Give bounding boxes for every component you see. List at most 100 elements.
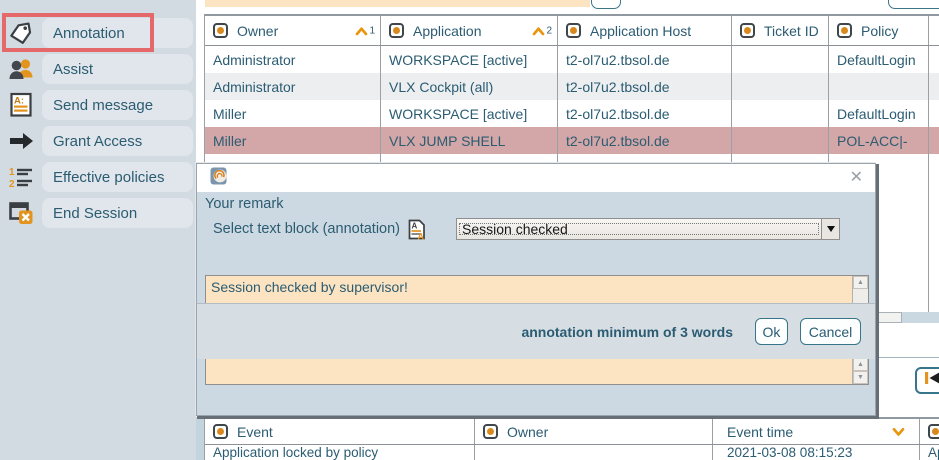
- sidebar-item-effective-policies[interactable]: 1 2 Effective policies: [0, 162, 196, 192]
- cell-application: WORKSPACE [active]: [381, 46, 558, 73]
- svg-text:2: 2: [9, 179, 15, 190]
- column-label: Application Host: [590, 23, 691, 39]
- column-menu-icon[interactable]: [566, 23, 581, 38]
- column-menu-icon[interactable]: [740, 23, 755, 38]
- cell-owner: Miller: [205, 127, 381, 154]
- dialog-title-bar[interactable]: ✕: [197, 164, 875, 192]
- dialog-footer: annotation minimum of 3 words Ok Cancel: [197, 303, 875, 359]
- scroll-up-icon[interactable]: ▲: [853, 358, 868, 371]
- column-header-application[interactable]: [920, 419, 939, 444]
- column-menu-icon[interactable]: [213, 23, 228, 38]
- cell-ticket: [732, 127, 829, 154]
- table-row[interactable]: Miller WORKSPACE [active] t2-ol7u2.tbsol…: [205, 100, 939, 127]
- column-menu-icon[interactable]: [389, 23, 404, 38]
- left-gutter: [196, 417, 204, 460]
- cell-extra: [929, 127, 939, 154]
- cell-ticket: [732, 73, 829, 100]
- text-block-dropdown[interactable]: Session checked: [456, 218, 840, 240]
- sidebar-item-grant-access[interactable]: Grant Access: [0, 126, 196, 156]
- scroll-up-icon[interactable]: ▲: [853, 276, 868, 289]
- column-header-owner[interactable]: Owner: [475, 419, 713, 444]
- column-menu-icon[interactable]: [928, 424, 939, 439]
- column-label: Event: [237, 424, 273, 440]
- column-header-policy[interactable]: Policy: [829, 16, 929, 45]
- skip-to-start-button[interactable]: [915, 367, 939, 394]
- table-row-selected[interactable]: Miller VLX JUMP SHELL t2-ol7u2.tbsol.de …: [205, 127, 939, 154]
- cell-application: Ap: [920, 445, 939, 460]
- sort-asc-indicator: 2: [532, 25, 552, 36]
- column-label: Policy: [861, 23, 898, 39]
- session-monitor-screen: Annotation Assist A: Send message: [0, 0, 939, 460]
- column-label: Ticket ID: [764, 23, 819, 39]
- cell-extra: [929, 73, 939, 100]
- cell-owner: [475, 445, 713, 460]
- column-menu-icon[interactable]: [213, 424, 228, 439]
- column-label: Owner: [507, 424, 548, 440]
- sidebar-item-assist[interactable]: Assist: [0, 54, 196, 84]
- svg-text:A: A: [412, 221, 418, 230]
- column-label: Event time: [727, 424, 793, 440]
- cell-host: t2-ol7u2.tbsol.de: [558, 100, 732, 127]
- column-header-event-time[interactable]: Event time: [713, 419, 920, 444]
- assist-users-icon: [0, 56, 42, 82]
- column-header-application-host[interactable]: Application Host: [558, 16, 732, 45]
- column-header-ticket-id[interactable]: Ticket ID: [732, 16, 829, 45]
- text-block-document-icon: A A: [407, 219, 426, 240]
- sidebar-item-label: Effective policies: [42, 162, 193, 192]
- event-row[interactable]: Application locked by policy 2021-03-08 …: [205, 445, 939, 460]
- cell-application: VLX Cockpit (all): [381, 73, 558, 100]
- cell-ticket: [732, 100, 829, 127]
- table-row[interactable]: Administrator WORKSPACE [active] t2-ol7u…: [205, 46, 939, 73]
- select-text-block-row: Select text block (annotation) A A Sessi…: [197, 216, 875, 242]
- sidebar-item-end-session[interactable]: End Session: [0, 198, 196, 228]
- sidebar-item-label: Grant Access: [42, 126, 193, 156]
- sidebar-item-label: End Session: [42, 198, 193, 228]
- sidebar-item-label: Annotation: [42, 18, 193, 48]
- column-menu-icon[interactable]: [837, 23, 852, 38]
- dropdown-button[interactable]: [821, 219, 839, 239]
- toolbar-button-partial-2[interactable]: [888, 0, 939, 9]
- close-icon[interactable]: ✕: [850, 170, 863, 186]
- sort-desc-indicator: [892, 427, 905, 436]
- message-document-icon: A:: [0, 92, 42, 118]
- arrow-right-icon: [0, 129, 42, 153]
- filter-input[interactable]: [205, 0, 590, 7]
- cell-host: t2-ol7u2.tbsol.de: [558, 127, 732, 154]
- cell-extra: [929, 46, 939, 73]
- column-header-event[interactable]: Event: [205, 419, 475, 444]
- column-label: Application: [413, 23, 482, 39]
- scroll-down-icon[interactable]: ▼: [853, 371, 868, 384]
- cell-policy: DefaultLogin: [829, 46, 929, 73]
- cell-application: VLX JUMP SHELL: [381, 127, 558, 154]
- select-text-block-label: Select text block (annotation): [213, 221, 400, 237]
- cell-host: t2-ol7u2.tbsol.de: [558, 73, 732, 100]
- svg-text:A: A: [418, 231, 425, 240]
- sidebar-item-label: Send message: [42, 90, 193, 120]
- sidebar-item-send-message[interactable]: A: Send message: [0, 90, 196, 120]
- column-menu-icon[interactable]: [483, 424, 498, 439]
- ok-button[interactable]: Ok: [755, 318, 788, 345]
- cell-extra: [929, 100, 939, 127]
- cell-owner: Miller: [205, 100, 381, 127]
- cell-event-time: 2021-03-08 08:15:23: [713, 445, 920, 460]
- sidebar: Annotation Assist A: Send message: [0, 0, 196, 460]
- event-table-header: Event Owner Event time: [205, 417, 939, 445]
- table-row[interactable]: Administrator VLX Cockpit (all) t2-ol7u2…: [205, 73, 939, 100]
- cell-owner: Administrator: [205, 46, 381, 73]
- column-header-extra: [929, 16, 939, 45]
- toolbar-button-partial-1[interactable]: [591, 0, 621, 9]
- cell-owner: Administrator: [205, 73, 381, 100]
- chevron-down-icon: [827, 226, 835, 232]
- svg-text:A:: A:: [14, 96, 24, 107]
- annotation-app-icon: [210, 167, 228, 190]
- cancel-button[interactable]: Cancel: [800, 318, 861, 345]
- validation-hint: annotation minimum of 3 words: [521, 324, 733, 340]
- cell-policy: DefaultLogin: [829, 100, 929, 127]
- annotation-dialog: ✕ Your remark Select text block (annotat…: [196, 163, 876, 416]
- column-label: Owner: [237, 23, 278, 39]
- skip-to-start-icon: [924, 371, 939, 390]
- column-header-owner[interactable]: Owner 1: [205, 16, 381, 45]
- event-table: Event Owner Event time Application locke…: [204, 417, 939, 460]
- column-header-application[interactable]: Application 2: [381, 16, 558, 45]
- sidebar-item-annotation[interactable]: Annotation: [0, 18, 196, 48]
